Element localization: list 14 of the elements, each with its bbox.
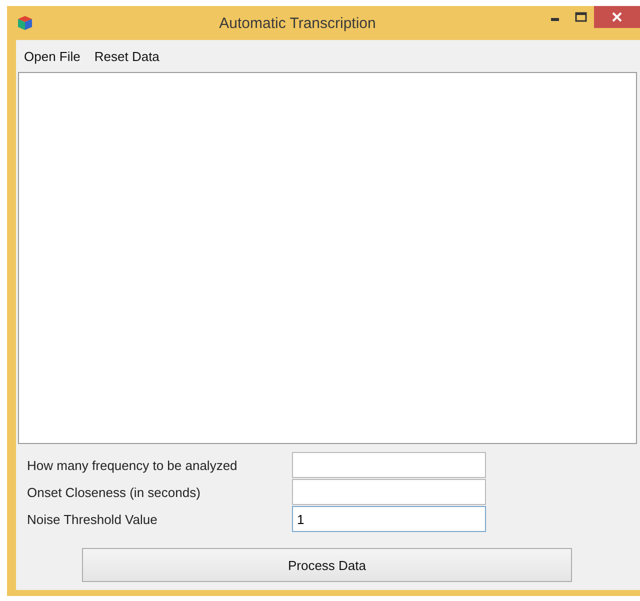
- field-label: How many frequency to be analyzed: [27, 458, 238, 472]
- input-field[interactable]: 1: [292, 506, 486, 532]
- menu-item[interactable]: Open File: [24, 48, 80, 64]
- maximize-icon: [575, 12, 587, 22]
- window-title: Automatic Transcription: [218, 14, 377, 32]
- process-data-button[interactable]: Process Data: [82, 548, 572, 582]
- field-label: Noise Threshold Value: [27, 512, 158, 526]
- input-field[interactable]: [292, 479, 486, 505]
- field-label: Onset Closeness (in seconds): [27, 484, 202, 500]
- close-button[interactable]: [594, 6, 640, 28]
- input-field[interactable]: [292, 452, 486, 478]
- menu-item[interactable]: Reset Data: [94, 48, 160, 64]
- close-icon: [612, 12, 622, 22]
- app-icon: [17, 15, 33, 31]
